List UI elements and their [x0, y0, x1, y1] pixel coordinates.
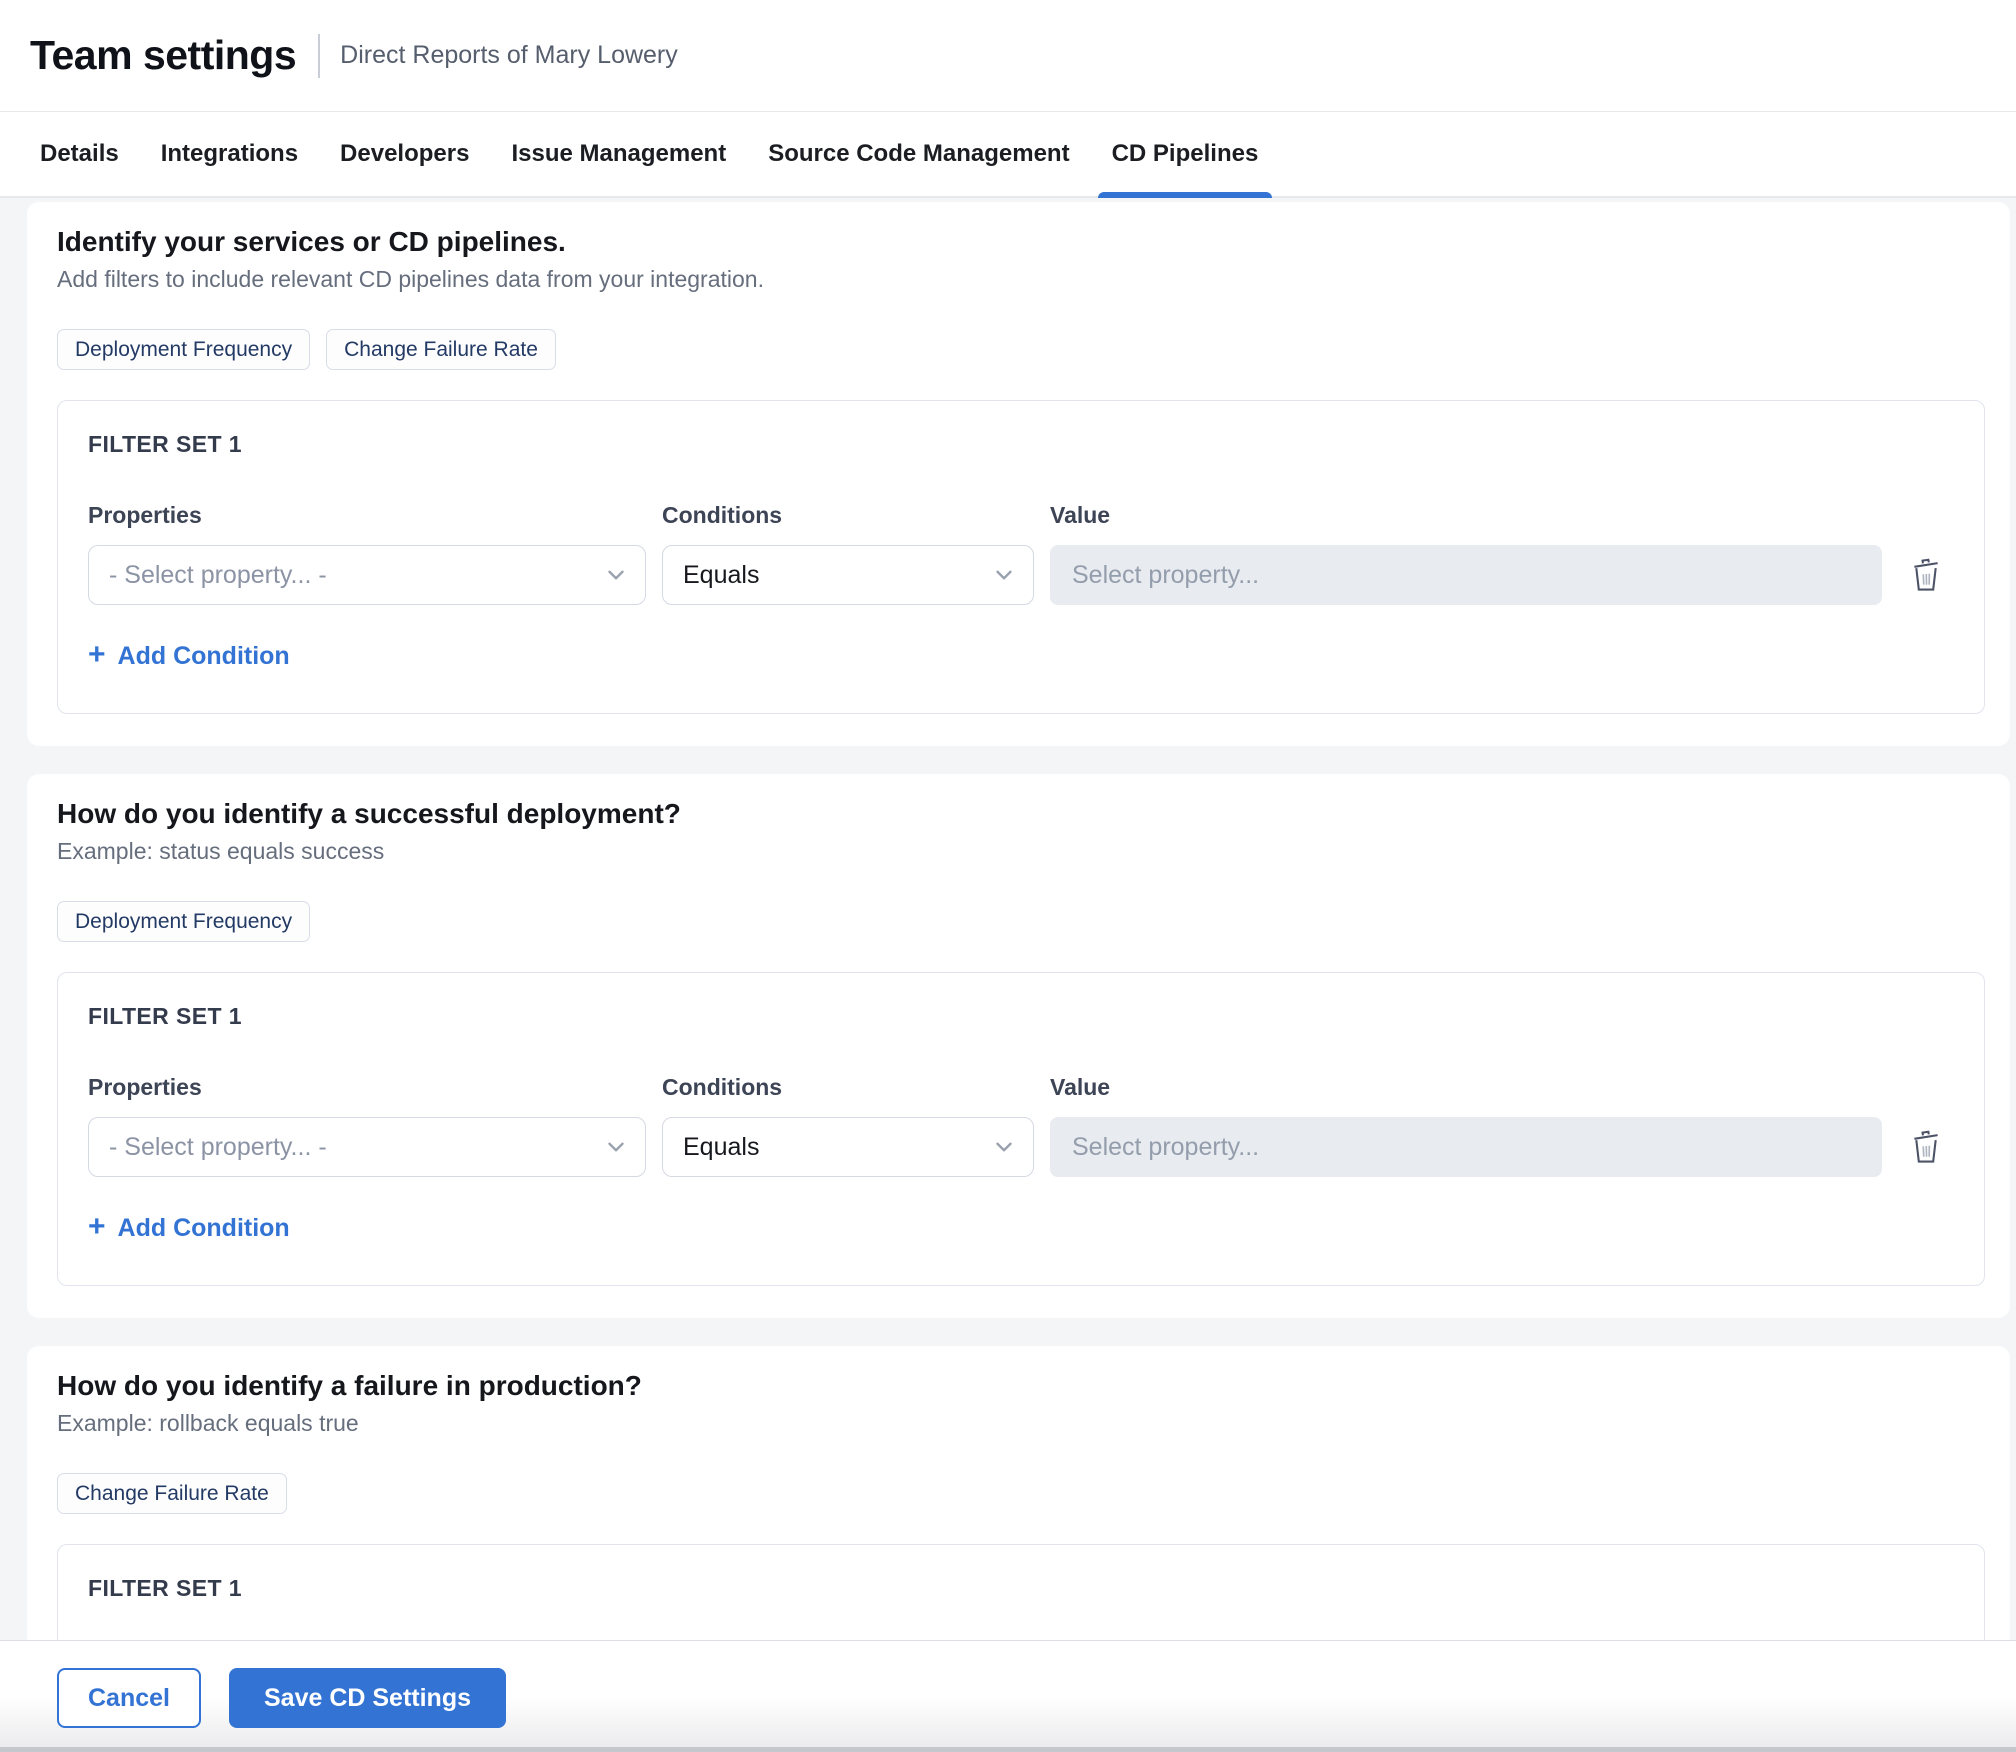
delete-filter-button[interactable]: [1898, 557, 1954, 593]
condition-select[interactable]: Equals: [662, 545, 1034, 605]
section-description: Example: rollback equals true: [57, 1410, 1985, 1437]
action-footer: Cancel Save CD Settings: [0, 1640, 2016, 1752]
chevron-down-icon: [991, 562, 1017, 588]
tab-cd-pipelines[interactable]: CD Pipelines: [1112, 112, 1259, 196]
value-input[interactable]: [1050, 545, 1882, 605]
badge-deployment-frequency[interactable]: Deployment Frequency: [57, 329, 310, 370]
badge-change-failure-rate[interactable]: Change Failure Rate: [326, 329, 556, 370]
section-description: Add filters to include relevant CD pipel…: [57, 266, 1985, 293]
page-header: Team settings Direct Reports of Mary Low…: [0, 0, 2016, 112]
header-divider: [318, 34, 320, 78]
filter-set-card: FILTER SET 1 Properties Conditions Value…: [57, 972, 1985, 1286]
filter-controls-row: - Select property... - Equals: [88, 1117, 1954, 1177]
chevron-down-icon: [603, 1134, 629, 1160]
conditions-label: Conditions: [662, 502, 1034, 529]
plus-icon: +: [88, 1212, 106, 1242]
content-area: Identify your services or CD pipelines. …: [0, 198, 2016, 1752]
section-heading: Identify your services or CD pipelines.: [57, 226, 1985, 258]
tab-details[interactable]: Details: [40, 112, 119, 196]
filter-set-title: FILTER SET 1: [88, 431, 1954, 458]
plus-icon: +: [88, 640, 106, 670]
section-description: Example: status equals success: [57, 838, 1985, 865]
property-select-value: - Select property... -: [109, 561, 327, 590]
tab-integrations[interactable]: Integrations: [161, 112, 298, 196]
team-settings-page: Team settings Direct Reports of Mary Low…: [0, 0, 2016, 1752]
page-title: Team settings: [30, 32, 296, 79]
section-heading: How do you identify a failure in product…: [57, 1370, 1985, 1402]
filter-set-title: FILTER SET 1: [88, 1575, 1954, 1602]
filter-controls-row: - Select property... - Equals: [88, 545, 1954, 605]
property-select-value: - Select property... -: [109, 1133, 327, 1162]
metric-badges: Deployment Frequency Change Failure Rate: [57, 329, 1985, 370]
filter-set-title: FILTER SET 1: [88, 1003, 1954, 1030]
filter-labels-row: Properties Conditions Value: [88, 502, 1954, 545]
trash-icon: [1909, 557, 1943, 593]
tab-issue-management[interactable]: Issue Management: [511, 112, 726, 196]
condition-select-value: Equals: [683, 1133, 759, 1162]
add-condition-button[interactable]: + Add Condition: [88, 641, 290, 671]
window-bottom-edge: [0, 1747, 2016, 1752]
chevron-down-icon: [991, 1134, 1017, 1160]
section-successful-deployment: How do you identify a successful deploym…: [27, 774, 2010, 1318]
chevron-down-icon: [603, 562, 629, 588]
tab-source-code-management[interactable]: Source Code Management: [768, 112, 1069, 196]
properties-label: Properties: [88, 502, 646, 529]
tab-bar: Details Integrations Developers Issue Ma…: [0, 112, 2016, 198]
value-label: Value: [1050, 1074, 1882, 1101]
condition-select[interactable]: Equals: [662, 1117, 1034, 1177]
delete-filter-button[interactable]: [1898, 1129, 1954, 1165]
section-heading: How do you identify a successful deploym…: [57, 798, 1985, 830]
metric-badges: Deployment Frequency: [57, 901, 1985, 942]
tab-developers[interactable]: Developers: [340, 112, 469, 196]
property-select[interactable]: - Select property... -: [88, 1117, 646, 1177]
save-cd-settings-button[interactable]: Save CD Settings: [229, 1668, 506, 1728]
filter-set-card: FILTER SET 1 Properties Conditions Value…: [57, 400, 1985, 714]
add-condition-label: Add Condition: [118, 1214, 290, 1243]
properties-label: Properties: [88, 1074, 646, 1101]
metric-badges: Change Failure Rate: [57, 1473, 1985, 1514]
trash-icon: [1909, 1129, 1943, 1165]
add-condition-label: Add Condition: [118, 642, 290, 671]
filter-labels-row: Properties Conditions Value: [88, 1074, 1954, 1117]
badge-change-failure-rate[interactable]: Change Failure Rate: [57, 1473, 287, 1514]
page-subtitle: Direct Reports of Mary Lowery: [340, 41, 678, 70]
property-select[interactable]: - Select property... -: [88, 545, 646, 605]
badge-deployment-frequency[interactable]: Deployment Frequency: [57, 901, 310, 942]
conditions-label: Conditions: [662, 1074, 1034, 1101]
condition-select-value: Equals: [683, 561, 759, 590]
add-condition-button[interactable]: + Add Condition: [88, 1213, 290, 1243]
section-identify-pipelines: Identify your services or CD pipelines. …: [27, 202, 2010, 746]
value-label: Value: [1050, 502, 1882, 529]
cancel-button[interactable]: Cancel: [57, 1668, 201, 1728]
value-input[interactable]: [1050, 1117, 1882, 1177]
